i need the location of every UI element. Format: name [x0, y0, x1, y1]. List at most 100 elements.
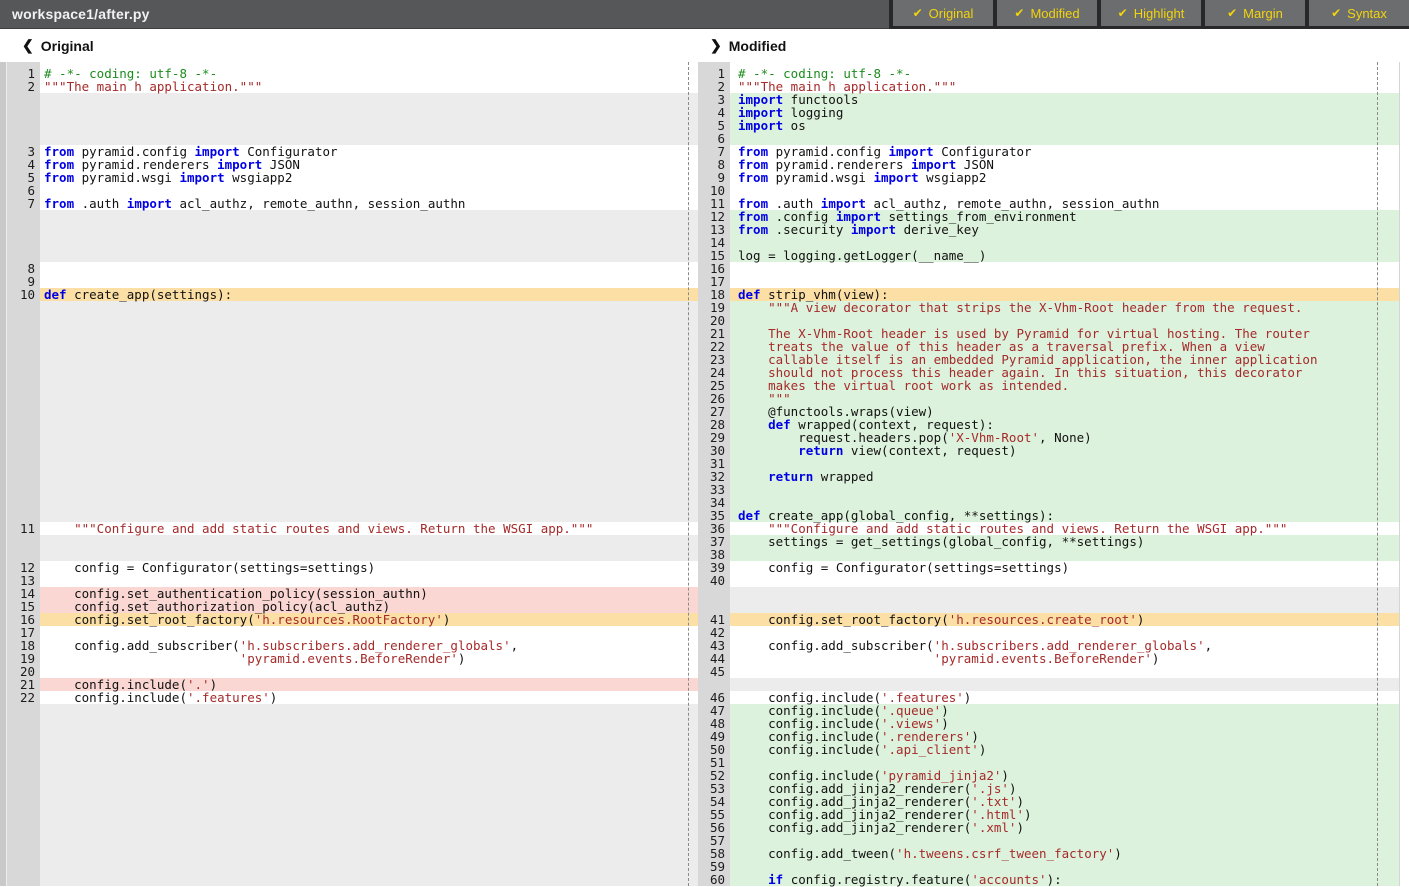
line-number	[7, 210, 40, 223]
line-number	[7, 496, 40, 509]
toolbar-button-original[interactable]: ✔Original	[893, 0, 993, 26]
toolbar-button-syntax[interactable]: ✔Syntax	[1309, 0, 1409, 26]
code-line	[40, 483, 698, 496]
code-line: import os	[730, 119, 1399, 132]
code-line	[40, 717, 698, 730]
toolbar-button-margin[interactable]: ✔Margin	[1205, 0, 1305, 26]
line-number: 2	[698, 80, 730, 93]
code-line	[40, 418, 698, 431]
code-line: config.add_tween('h.tweens.csrf_tween_fa…	[730, 847, 1399, 860]
line-number	[7, 847, 40, 860]
line-number	[7, 704, 40, 717]
check-icon: ✔	[1014, 6, 1024, 20]
code-line	[40, 821, 698, 834]
line-number	[7, 418, 40, 431]
line-number	[7, 236, 40, 249]
code-line: if config.registry.feature('accounts'):	[730, 873, 1399, 886]
line-number	[7, 366, 40, 379]
line-number: 8	[698, 158, 730, 171]
check-icon: ✔	[1331, 6, 1341, 20]
original-code-pane: # -*- coding: utf-8 -*-"""The main h app…	[40, 62, 698, 886]
code-line: config.add_jinja2_renderer('.xml')	[730, 821, 1399, 834]
code-line	[40, 873, 698, 886]
check-icon: ✔	[1118, 6, 1128, 20]
code-line	[40, 392, 698, 405]
line-number: 7	[698, 145, 730, 158]
chevron-right-icon: ❯	[710, 37, 722, 54]
line-number	[7, 353, 40, 366]
code-line	[40, 236, 698, 249]
code-line	[40, 93, 698, 106]
line-number	[7, 457, 40, 470]
code-line	[40, 119, 698, 132]
line-number	[7, 821, 40, 834]
code-line	[40, 249, 698, 262]
code-line	[40, 353, 698, 366]
code-line: """Configure and add static routes and v…	[40, 522, 698, 535]
code-line	[40, 405, 698, 418]
code-line: from pyramid.wsgi import wsgiapp2	[40, 171, 698, 184]
line-number	[7, 795, 40, 808]
line-number: 8	[7, 262, 40, 275]
line-number: 11	[7, 522, 40, 535]
code-line	[40, 379, 698, 392]
left-line-number-gutter: 12345678910111213141516171819202122	[7, 62, 40, 886]
code-line: from .security import derive_key	[730, 223, 1399, 236]
margin-guide-line	[688, 62, 689, 886]
code-line	[40, 340, 698, 353]
line-number	[7, 249, 40, 262]
code-line	[40, 301, 698, 314]
toolbar-button-modified[interactable]: ✔ Modified	[997, 0, 1097, 26]
code-line	[40, 769, 698, 782]
line-number: 6	[7, 184, 40, 197]
code-line	[40, 327, 698, 340]
line-number: 45	[698, 665, 730, 678]
code-line	[40, 743, 698, 756]
chevron-left-icon: ❮	[22, 37, 34, 54]
modified-code-pane: # -*- coding: utf-8 -*-"""The main h app…	[730, 62, 1399, 886]
code-line	[40, 210, 698, 223]
window-title: workspace1/after.py	[12, 6, 150, 22]
code-line	[40, 223, 698, 236]
right-line-number-gutter: 1234567891011121314151617181920212223242…	[698, 62, 730, 886]
line-number: 6	[698, 132, 730, 145]
code-line: config.include('.features')	[40, 691, 698, 704]
line-number: 2	[7, 80, 40, 93]
line-number: 7	[7, 197, 40, 210]
line-number: 10	[7, 288, 40, 301]
line-number	[7, 132, 40, 145]
code-line	[40, 756, 698, 769]
line-number: 1	[7, 67, 40, 80]
code-line: 'pyramid.events.BeforeRender')	[40, 652, 698, 665]
line-number	[7, 483, 40, 496]
line-number	[7, 106, 40, 119]
pane-header-modified: ❯ Modified	[710, 37, 786, 54]
code-line: config.set_root_factory('h.resources.cre…	[730, 613, 1399, 626]
line-number	[7, 730, 40, 743]
code-line: log = logging.getLogger(__name__)	[730, 249, 1399, 262]
code-line	[40, 808, 698, 821]
left-edge-strip	[0, 62, 7, 886]
line-number	[7, 717, 40, 730]
code-line	[40, 262, 698, 275]
line-number	[7, 340, 40, 353]
right-scrollbar-track	[1399, 62, 1409, 886]
code-line	[730, 665, 1399, 678]
check-icon: ✔	[1227, 6, 1237, 20]
code-line	[40, 431, 698, 444]
pane-title-modified: Modified	[729, 38, 787, 54]
line-number: 60	[698, 873, 730, 886]
code-line	[40, 704, 698, 717]
line-number: 4	[7, 158, 40, 171]
line-number: 5	[698, 119, 730, 132]
line-number	[7, 860, 40, 873]
line-number	[7, 470, 40, 483]
code-line	[40, 470, 698, 483]
toolbar-button-highlight[interactable]: ✔Highlight	[1101, 0, 1201, 26]
line-number	[7, 873, 40, 886]
code-line: from pyramid.wsgi import wsgiapp2	[730, 171, 1399, 184]
toolbar-button-label: Modified	[1030, 6, 1079, 21]
code-line: from .auth import acl_authz, remote_auth…	[40, 197, 698, 210]
code-line: """The main h application."""	[40, 80, 698, 93]
code-line: import logging	[730, 106, 1399, 119]
